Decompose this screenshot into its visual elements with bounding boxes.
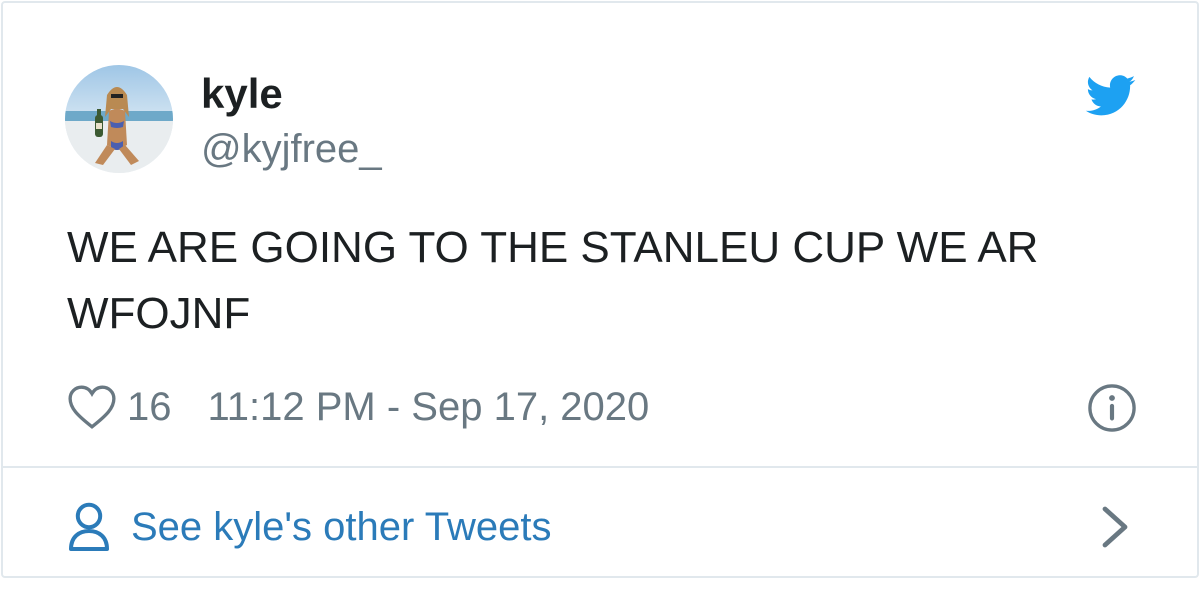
tweet-card: kyle @kyjfree_ WE ARE GOING TO THE STANL… (1, 1, 1199, 578)
author-name[interactable]: kyle (201, 69, 283, 119)
tweet-meta: 16 11:12 PM - Sep 17, 2020 (67, 381, 649, 433)
author-handle[interactable]: @kyjfree_ (201, 125, 382, 173)
chevron-right-icon[interactable] (1099, 505, 1131, 549)
tweet-text: WE ARE GOING TO THE STANLEU CUP WE AR WF… (67, 223, 1039, 338)
info-icon[interactable] (1087, 383, 1137, 433)
person-icon (69, 502, 109, 551)
see-other-tweets-link[interactable]: See kyle's other Tweets (67, 499, 551, 555)
tweet-timestamp[interactable]: 11:12 PM - Sep 17, 2020 (208, 385, 650, 430)
avatar[interactable] (65, 65, 173, 173)
see-other-tweets-label[interactable]: See kyle's other Tweets (131, 505, 551, 550)
divider (3, 466, 1197, 468)
like-count[interactable]: 16 (127, 385, 172, 430)
avatar-image (65, 65, 173, 173)
twitter-bird-icon[interactable] (1085, 75, 1137, 117)
heart-icon[interactable] (67, 384, 117, 430)
